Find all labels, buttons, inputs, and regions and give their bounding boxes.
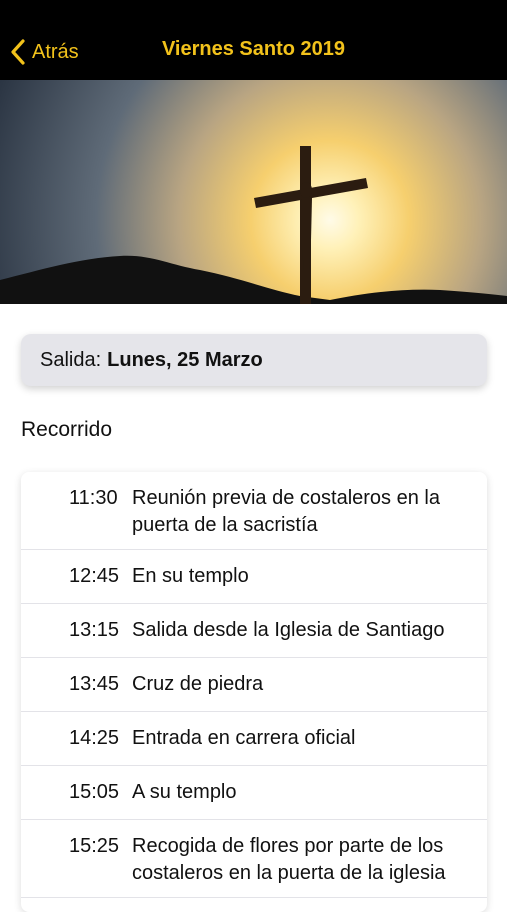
list-item: 13:15 Salida desde la Iglesia de Santiag… (21, 604, 487, 658)
list-item: 11:30 Reunión previa de costaleros en la… (21, 472, 487, 550)
list-item: 12:45 En su templo (21, 550, 487, 604)
item-description: Entrada en carrera oficial (132, 727, 356, 749)
list-item: 14:25 Entrada en carrera oficial (21, 712, 487, 766)
list-item: 15:05 A su templo (21, 766, 487, 820)
list-item: 15:25 Recogida de flores por parte de lo… (21, 820, 487, 898)
list-item: 13:45 Cruz de piedra (21, 658, 487, 712)
item-description: A su templo (132, 781, 237, 803)
hero-image (0, 80, 507, 304)
item-time: 15:25 (69, 835, 120, 857)
recorrido-list: 11:30 Reunión previa de costaleros en la… (21, 472, 487, 912)
item-time: 12:45 (69, 565, 120, 587)
item-time: 14:25 (69, 727, 120, 749)
item-time: 15:05 (69, 781, 120, 803)
item-description: Cruz de piedra (132, 673, 264, 695)
item-time: 13:45 (69, 673, 120, 695)
item-time: 13:15 (69, 619, 120, 641)
recorrido-title: Recorrido (21, 418, 113, 441)
item-description: Salida desde la Iglesia de Santiago (132, 619, 445, 641)
salida-value: Lunes, 25 Marzo (107, 348, 263, 371)
page-title: Viernes Santo 2019 (161, 38, 346, 60)
sunset-cross-image (0, 80, 507, 304)
item-description: Reunión previa de costaleros en la puert… (132, 487, 440, 536)
salida-label: Salida: (40, 348, 102, 371)
salida-card: Salida: Lunes, 25 Marzo (21, 334, 487, 386)
navigation-bar: Atrás Viernes Santo 2019 (0, 0, 507, 80)
item-description: En su templo (132, 565, 249, 587)
item-description: Recogida de flores por parte de los cost… (132, 835, 446, 884)
item-time: 11:30 (69, 487, 118, 509)
